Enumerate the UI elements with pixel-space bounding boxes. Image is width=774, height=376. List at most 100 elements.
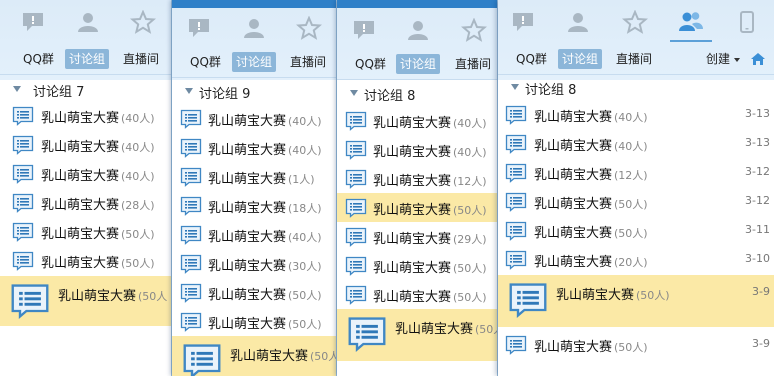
discussion-group-icon xyxy=(12,222,34,242)
list-item-hovered[interactable]: 乳山萌宝大赛(50人 xyxy=(337,309,497,361)
list-item-hovered[interactable]: 乳山萌宝大赛(50人 xyxy=(0,276,171,326)
contacts-icon[interactable] xyxy=(565,10,591,34)
list-item[interactable]: 乳山萌宝大赛 (28人) xyxy=(0,188,171,217)
collapse-triangle-icon[interactable] xyxy=(185,88,193,94)
discussion-group-icon xyxy=(12,135,34,155)
tab-qq-group[interactable]: QQ群 xyxy=(19,49,58,69)
chat-icon[interactable] xyxy=(20,10,46,34)
tab-qq-group[interactable]: QQ群 xyxy=(512,49,551,69)
list-item[interactable]: 乳山萌宝大赛 (50人) xyxy=(337,251,497,280)
item-name: 乳山萌宝大赛 xyxy=(534,255,613,270)
item-name: 乳山萌宝大赛 xyxy=(556,288,635,303)
list-item[interactable]: 乳山萌宝大赛 (40人) xyxy=(337,106,497,135)
list-item[interactable]: 乳山萌宝大赛 (50人) xyxy=(0,217,171,246)
member-count: (18人) xyxy=(288,202,322,215)
list-item[interactable]: 乳山萌宝大赛 (40人) xyxy=(0,159,171,188)
member-count: (1人) xyxy=(288,173,315,186)
list-item[interactable]: 乳山萌宝大赛 (29人) xyxy=(337,222,497,251)
item-name: 乳山萌宝大赛 xyxy=(373,232,452,247)
divider xyxy=(498,74,774,75)
item-name: 乳山萌宝大赛 xyxy=(208,143,287,158)
member-count: (50人) xyxy=(453,262,487,275)
create-dropdown[interactable]: 创建 xyxy=(706,49,740,69)
list-item[interactable]: 乳山萌宝大赛 (50人) xyxy=(172,278,336,307)
tab-live-room[interactable]: 直播间 xyxy=(612,49,656,69)
list-item[interactable]: 乳山萌宝大赛 (30人) xyxy=(172,249,336,278)
tab-discussion-group[interactable]: 讨论组 xyxy=(558,49,603,69)
member-count: (50人) xyxy=(636,289,670,302)
groups-icon[interactable] xyxy=(670,10,712,42)
list-item[interactable]: 乳山萌宝大赛 (50人) xyxy=(337,280,497,309)
tab-qq-group[interactable]: QQ群 xyxy=(351,54,390,74)
list-item[interactable]: 乳山萌宝大赛 (50人) xyxy=(0,246,171,275)
list-item[interactable]: 乳山萌宝大赛 (40人) xyxy=(172,133,336,162)
discussion-group-icon xyxy=(505,250,527,270)
list-item[interactable]: 乳山萌宝大赛 (18人) xyxy=(172,191,336,220)
member-count: (40人) xyxy=(121,112,155,125)
tab-discussion-group[interactable]: 讨论组 xyxy=(232,52,277,72)
list-item-hovered[interactable]: 乳山萌宝大赛 (50人) 3-9 xyxy=(498,275,774,327)
tab-qq-group[interactable]: QQ群 xyxy=(186,52,225,72)
discussion-group-icon xyxy=(12,251,34,271)
list-item[interactable]: 乳山萌宝大赛 (12人) 3-12 xyxy=(498,158,774,187)
list-item[interactable]: 乳山萌宝大赛 (40人) xyxy=(0,101,171,130)
item-name: 乳山萌宝大赛 xyxy=(208,288,287,303)
group-header[interactable]: 讨论组 8 xyxy=(498,76,774,100)
tab-live-room[interactable]: 直播间 xyxy=(119,49,163,69)
chat-icon[interactable] xyxy=(351,18,377,42)
tab-discussion-group[interactable]: 讨论组 xyxy=(396,54,441,74)
member-count: (50人) xyxy=(614,198,648,211)
list-item-hovered[interactable]: 乳山萌宝大赛(50人 xyxy=(172,336,336,376)
favorites-star-icon[interactable] xyxy=(296,16,322,40)
group-header[interactable]: 讨论组 7 xyxy=(0,78,171,102)
tab-discussion-group[interactable]: 讨论组 xyxy=(65,49,110,69)
member-count: (20人) xyxy=(614,256,648,269)
favorites-star-icon[interactable] xyxy=(130,10,156,34)
list-item[interactable]: 乳山萌宝大赛 (50人) 3-9 xyxy=(498,330,774,359)
collapse-triangle-icon[interactable] xyxy=(350,90,358,96)
discussion-group-icon xyxy=(345,227,367,247)
list-item[interactable]: 乳山萌宝大赛 (50人) xyxy=(172,307,336,336)
contacts-icon[interactable] xyxy=(241,16,267,40)
contacts-icon[interactable] xyxy=(75,10,101,34)
group-title: 讨论组 8 xyxy=(364,89,416,104)
list-item[interactable]: 乳山萌宝大赛 (1人) xyxy=(172,162,336,191)
member-count: (12人) xyxy=(453,175,487,188)
list-item[interactable]: 乳山萌宝大赛 (40人) xyxy=(337,135,497,164)
group-type-tabs: QQ群 讨论组 直播间 xyxy=(0,46,171,72)
discussion-group-icon xyxy=(345,256,367,276)
discussion-panel-1: QQ群 讨论组 直播间 讨论组 7 乳山萌宝大赛 (40人) 乳山萌宝大赛 (40人… xyxy=(0,0,172,376)
list-item[interactable]: 乳山萌宝大赛 (40人) xyxy=(172,104,336,133)
tab-live-room[interactable]: 直播间 xyxy=(286,52,330,72)
list-item[interactable]: 乳山萌宝大赛 (40人) xyxy=(172,220,336,249)
last-active-date: 3-12 xyxy=(745,194,770,207)
contacts-icon[interactable] xyxy=(405,18,431,42)
collapse-triangle-icon[interactable] xyxy=(511,84,519,90)
list-item[interactable]: 乳山萌宝大赛 (20人) 3-10 xyxy=(498,245,774,274)
chat-icon[interactable] xyxy=(510,10,536,34)
list-item[interactable]: 乳山萌宝大赛 (40人) 3-13 xyxy=(498,129,774,158)
list-item-selected[interactable]: 乳山萌宝大赛 (50人) xyxy=(337,193,497,222)
list-item[interactable]: 乳山萌宝大赛 (50人) 3-11 xyxy=(498,216,774,245)
group-type-tabs: QQ群 讨论组 直播间 xyxy=(172,49,336,75)
discussion-group-icon xyxy=(345,111,367,131)
list-item[interactable]: 乳山萌宝大赛 (40人) xyxy=(0,130,171,159)
home-icon[interactable] xyxy=(750,51,766,67)
phone-icon[interactable] xyxy=(734,10,760,34)
member-count: (29人) xyxy=(453,233,487,246)
favorites-star-icon[interactable] xyxy=(461,18,487,42)
list-item[interactable]: 乳山萌宝大赛 (50人) 3-12 xyxy=(498,187,774,216)
group-type-tabs: QQ群 讨论组 直播间 创建 xyxy=(498,46,774,72)
list-item[interactable]: 乳山萌宝大赛 (12人) xyxy=(337,164,497,193)
icon-tab-bar xyxy=(172,6,336,42)
favorites-star-icon[interactable] xyxy=(622,10,648,34)
divider xyxy=(172,77,336,78)
item-name: 乳山萌宝大赛 xyxy=(208,259,287,274)
group-header[interactable]: 讨论组 8 xyxy=(337,82,497,106)
chat-icon[interactable] xyxy=(186,16,212,40)
list-item[interactable]: 乳山萌宝大赛 (40人) 3-13 xyxy=(498,100,774,129)
group-header[interactable]: 讨论组 9 xyxy=(172,80,336,104)
tab-live-room[interactable]: 直播间 xyxy=(451,54,495,74)
collapse-triangle-icon[interactable] xyxy=(13,86,21,92)
member-count: (40人) xyxy=(288,144,322,157)
